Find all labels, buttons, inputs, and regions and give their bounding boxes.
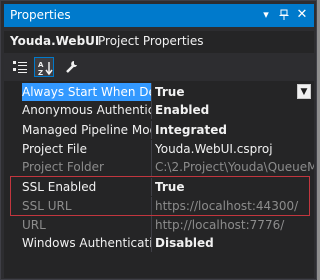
property-row[interactable]: Always Start When Debugging True ▼	[4, 83, 314, 101]
property-grid: Always Start When Debugging True ▼ Anony…	[4, 81, 314, 278]
svg-text:A: A	[38, 61, 44, 69]
properties-window: Properties ▾ ✕ Youda.WebUI Project Prope…	[0, 0, 317, 280]
property-row[interactable]: Project File Youda.WebUI.csproj	[4, 140, 314, 158]
column-divider[interactable]	[151, 234, 152, 252]
chevron-down-icon[interactable]: ▼	[297, 84, 311, 99]
column-divider[interactable]	[151, 197, 152, 215]
column-divider[interactable]	[151, 178, 152, 196]
svg-text:Z: Z	[38, 69, 43, 76]
column-divider[interactable]	[151, 158, 152, 176]
pin-icon[interactable]	[276, 7, 292, 23]
property-name: Windows Authentication	[22, 236, 152, 250]
property-value[interactable]: Enabled	[153, 101, 314, 119]
property-value: http://localhost:7776/	[155, 218, 285, 232]
property-name: Always Start When Debugging	[22, 83, 152, 101]
property-name: Anonymous Authentication	[22, 103, 152, 117]
title-bar[interactable]: Properties ▾ ✕	[4, 4, 314, 27]
column-divider[interactable]	[151, 140, 152, 158]
property-name: Managed Pipeline Mode	[22, 123, 152, 137]
property-name: Project File	[22, 142, 87, 156]
property-row[interactable]: Managed Pipeline Mode Integrated	[4, 121, 314, 139]
column-divider[interactable]	[151, 83, 152, 101]
property-value[interactable]: True	[153, 178, 314, 196]
alphabetical-button[interactable]: A Z	[34, 57, 54, 77]
alphabetical-sort-icon: A Z	[38, 61, 53, 76]
property-row[interactable]: SSL URL https://localhost:44300/	[4, 197, 314, 215]
property-row[interactable]: Project Folder C:\2.Project\Youda\QueueM…	[4, 158, 314, 176]
property-pages-icon	[66, 61, 77, 73]
property-value[interactable]: True	[153, 83, 314, 101]
property-row[interactable]: URL http://localhost:7776/	[4, 216, 314, 234]
property-name: SSL URL	[22, 199, 72, 213]
property-name: Project Folder	[22, 160, 104, 174]
property-pages-button[interactable]	[62, 57, 82, 77]
property-value: C:\2.Project\Youda\QueueManager\Youda.We…	[155, 160, 314, 174]
object-selector[interactable]: Youda.WebUI Project Properties	[4, 31, 314, 53]
column-divider[interactable]	[151, 216, 152, 234]
property-name: SSL Enabled	[22, 180, 97, 194]
close-icon[interactable]: ✕	[294, 7, 310, 23]
property-row[interactable]: SSL Enabled True	[4, 178, 314, 196]
chevron-down-icon[interactable]: ▾	[258, 7, 274, 23]
column-divider[interactable]	[151, 101, 152, 119]
categorized-button[interactable]	[10, 57, 30, 77]
window-title: Properties	[10, 8, 71, 22]
property-value: https://localhost:44300/	[155, 199, 299, 213]
property-row[interactable]: Windows Authentication Disabled	[4, 234, 314, 252]
categorized-icon	[13, 61, 27, 73]
property-value[interactable]: Disabled	[153, 234, 314, 252]
property-name: URL	[22, 218, 46, 232]
object-type: Project Properties	[98, 34, 204, 48]
object-name: Youda.WebUI	[10, 34, 100, 48]
property-value[interactable]: Youda.WebUI.csproj	[153, 140, 314, 158]
column-divider[interactable]	[151, 121, 152, 139]
property-value[interactable]: Integrated	[153, 121, 314, 139]
properties-toolbar: A Z	[4, 55, 314, 79]
property-row[interactable]: Anonymous Authentication Enabled	[4, 101, 314, 119]
